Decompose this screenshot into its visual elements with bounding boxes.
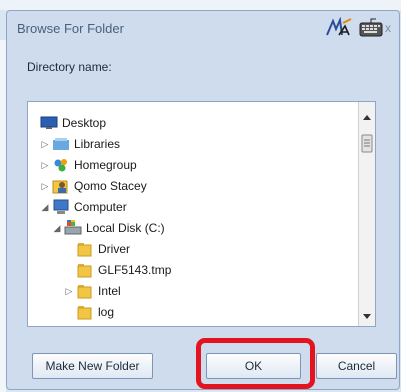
title-bar: Browse For Folder x [7, 11, 399, 43]
tree-item-desktop[interactable]: Desktop [40, 113, 106, 133]
directory-name-label: Directory name: [27, 60, 112, 74]
expand-arrow-icon[interactable]: ▷ [40, 181, 50, 192]
tree-item-label: Desktop [62, 116, 107, 130]
vertical-scrollbar[interactable] [358, 102, 375, 326]
tree-item-driver[interactable]: Driver [76, 239, 130, 259]
tree-item-label: Homegroup [74, 158, 137, 172]
tree-item-label: GLF5143.tmp [98, 263, 172, 277]
tree-item-libraries[interactable]: ▷ Libraries [40, 134, 121, 154]
tree-item-label: Intel [98, 284, 121, 298]
scroll-down-icon[interactable] [363, 314, 371, 319]
tree-item-log[interactable]: log [76, 302, 114, 322]
expand-arrow-icon[interactable]: ▷ [40, 160, 50, 171]
desktop-icon [40, 115, 58, 131]
homegroup-icon [52, 157, 70, 173]
libraries-icon [52, 136, 70, 152]
user-folder-icon [52, 178, 70, 194]
folder-icon [76, 241, 94, 257]
tree-item-label: Libraries [74, 137, 121, 151]
tree-item-label: Driver [98, 242, 130, 256]
ok-highlight-annotation [196, 338, 315, 389]
folder-icon [76, 262, 94, 278]
folder-tree[interactable]: Desktop ▷ Libraries ▷ Homegroup ▷ Qomo S… [27, 101, 376, 327]
tree-item-glf5143[interactable]: GLF5143.tmp [76, 260, 171, 280]
tree-item-label: Qomo Stacey [74, 179, 147, 193]
tree-item-label: Local Disk (C:) [86, 221, 165, 235]
tree-item-homegroup[interactable]: ▷ Homegroup [40, 155, 137, 175]
tree-item-local-disk[interactable]: ◢ Local Disk (C:) [52, 218, 165, 238]
expand-arrow-icon[interactable]: ▷ [64, 286, 74, 297]
title-tool-icons [325, 16, 385, 39]
local-disk-icon [64, 220, 82, 236]
tree-item-label: Computer [74, 200, 127, 214]
background-window-strip [0, 0, 401, 10]
dialog-title: Browse For Folder [17, 21, 124, 36]
tree-item-user[interactable]: ▷ Qomo Stacey [40, 176, 147, 196]
folder-icon [76, 304, 94, 320]
close-button[interactable]: x [385, 21, 391, 35]
cancel-button[interactable]: Cancel [316, 353, 397, 379]
tree-item-computer[interactable]: ◢ Computer [40, 197, 127, 217]
scroll-up-icon[interactable] [363, 115, 371, 120]
expand-arrow-icon[interactable]: ▷ [40, 139, 50, 150]
computer-icon [52, 199, 70, 215]
collapse-arrow-icon[interactable]: ◢ [52, 223, 62, 234]
tree-item-label: log [98, 305, 115, 319]
folder-icon [76, 283, 94, 299]
tree-item-intel[interactable]: ▷ Intel [64, 281, 121, 301]
make-new-folder-button[interactable]: Make New Folder [32, 353, 153, 379]
collapse-arrow-icon[interactable]: ◢ [40, 202, 50, 213]
keyboard-icon[interactable] [359, 17, 383, 39]
